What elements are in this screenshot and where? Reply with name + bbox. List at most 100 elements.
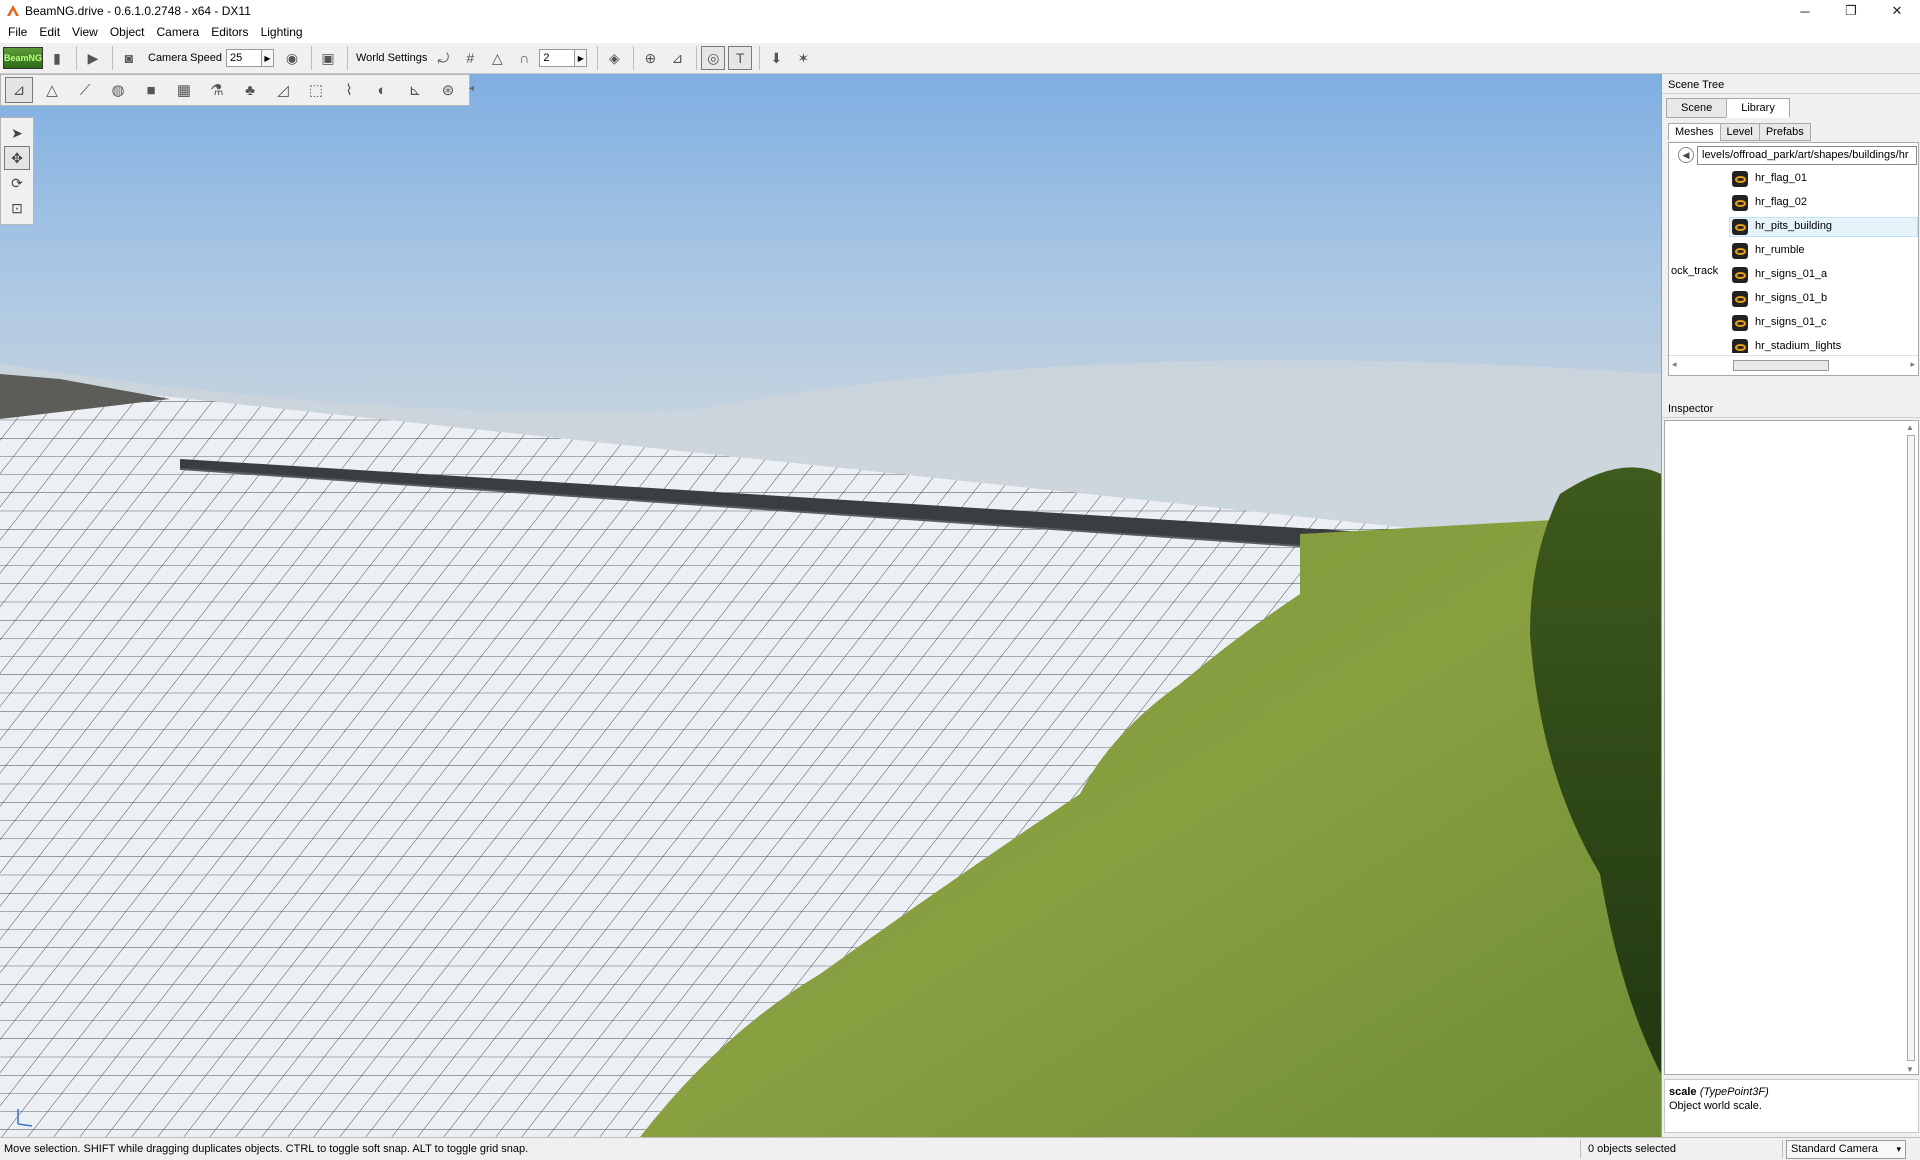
library-path-input[interactable]: levels/offroad_park/art/shapes/buildings… xyxy=(1697,146,1917,165)
magnet-icon[interactable]: ∩ xyxy=(512,46,536,70)
camera-mode-value: Standard Camera xyxy=(1791,1143,1878,1155)
list-item[interactable]: hr_signs_01_b xyxy=(1669,287,1918,311)
subtab-prefabs[interactable]: Prefabs xyxy=(1758,123,1811,141)
world-settings-label[interactable]: World Settings xyxy=(356,52,427,64)
minimize-button[interactable]: ─ xyxy=(1782,0,1828,22)
mesh-label: hr_flag_01 xyxy=(1755,172,1807,184)
menu-edit[interactable]: Edit xyxy=(33,22,66,43)
drop-object-icon[interactable]: ⬇ xyxy=(764,46,788,70)
list-item[interactable]: hr_stadium_lights xyxy=(1669,335,1918,353)
text-icon[interactable]: T xyxy=(728,46,753,70)
play-icon[interactable]: ▶ xyxy=(81,46,105,70)
status-bar: Move selection. SHIFT while dragging dup… xyxy=(0,1137,1920,1160)
mesh-road-editor-icon[interactable]: ⬚ xyxy=(302,77,330,103)
axis-gizmo-icon[interactable]: ⊿ xyxy=(665,46,689,70)
inspector-panel: ▲ ▼ xyxy=(1664,420,1919,1075)
visibility-eye-icon[interactable]: ◉ xyxy=(280,46,304,70)
snap-rotation-icon[interactable]: ⤾ xyxy=(431,46,455,70)
window-title: BeamNG.drive - 0.6.1.0.2748 - x64 - DX11 xyxy=(25,4,251,18)
snap-value-spin-button[interactable]: ▶ xyxy=(575,49,588,67)
forest-editor-icon[interactable]: ♣ xyxy=(236,77,264,103)
mesh-shape-icon xyxy=(1732,315,1748,331)
inspector-vertical-scrollbar[interactable]: ▲ ▼ xyxy=(1904,421,1918,1076)
tree-side-label: ock_track xyxy=(1671,265,1719,277)
mesh-label: hr_pits_building xyxy=(1755,220,1833,232)
field-type: (TypePoint3F) xyxy=(1699,1086,1769,1098)
object-editor-tool-icon[interactable]: ⊿ xyxy=(5,77,33,103)
scroll-up-icon[interactable]: ▲ xyxy=(1906,423,1914,432)
select-arrow-icon[interactable]: ➤ xyxy=(4,121,30,145)
inspector-title: Inspector xyxy=(1662,400,1920,418)
datablock-editor-icon[interactable]: ▦ xyxy=(170,77,198,103)
transform-tools: ➤ ✥ ⟳ ⊡ xyxy=(0,117,34,225)
terrain-snap-icon[interactable]: △ xyxy=(485,46,509,70)
camera-icon[interactable]: ◙ xyxy=(117,46,141,70)
navmesh-editor-icon[interactable]: ⊾ xyxy=(401,77,429,103)
mesh-shape-icon xyxy=(1732,195,1748,211)
menu-view[interactable]: View xyxy=(66,22,104,43)
camera-mode-select[interactable]: Standard Camera ▾ xyxy=(1786,1140,1906,1159)
decal-editor-icon[interactable]: ◐ xyxy=(368,77,396,103)
mesh-shape-icon xyxy=(1732,267,1748,283)
bounds-icon[interactable]: ◈ xyxy=(602,46,626,70)
menu-editors[interactable]: Editors xyxy=(205,22,254,43)
restore-button[interactable]: ❐ xyxy=(1828,0,1874,22)
screenshot-icon[interactable]: ▣ xyxy=(316,46,340,70)
tab-scene[interactable]: Scene xyxy=(1666,98,1728,118)
scroll-down-icon[interactable]: ▼ xyxy=(1906,1065,1914,1074)
mesh-shape-icon xyxy=(1732,243,1748,259)
center-pivot-icon[interactable]: ⊕ xyxy=(638,46,662,70)
road-editor-icon[interactable]: ◿ xyxy=(269,77,297,103)
mesh-shape-icon xyxy=(1732,291,1748,307)
camera-speed-input[interactable]: 25 xyxy=(226,49,262,67)
subtab-level[interactable]: Level xyxy=(1719,123,1760,141)
sky-editor-icon[interactable]: ◍ xyxy=(104,77,132,103)
mesh-shape-icon xyxy=(1732,219,1748,235)
list-item[interactable]: hr_signs_01_c xyxy=(1669,311,1918,335)
camera-speed-spin-button[interactable]: ▶ xyxy=(262,49,274,67)
rotate-tool-icon[interactable]: ⟳ xyxy=(4,171,30,195)
move-tool-icon[interactable]: ✥ xyxy=(4,146,30,170)
right-panel: Scene Tree Scene Library Meshes Level Pr… xyxy=(1661,74,1920,1137)
list-item[interactable]: hr_pits_building xyxy=(1669,215,1918,239)
scroll-left-icon[interactable]: ◂ xyxy=(1672,359,1677,370)
snap-value-input[interactable]: 2 xyxy=(539,49,576,67)
close-button[interactable]: ✕ xyxy=(1874,0,1920,22)
library-horizontal-scrollbar[interactable]: ◂ ▸ xyxy=(1669,355,1918,375)
river-editor-icon[interactable]: ⌇ xyxy=(335,77,363,103)
lighting-icon[interactable]: ✶ xyxy=(791,46,815,70)
grid-icon[interactable]: # xyxy=(458,46,482,70)
list-item[interactable]: hr_flag_02 xyxy=(1669,191,1918,215)
scrollbar-thumb[interactable] xyxy=(1907,435,1915,1061)
list-item[interactable]: hr_flag_01 xyxy=(1669,167,1918,191)
3d-viewport[interactable] xyxy=(0,74,1661,1137)
play-game-button[interactable]: BeamNG xyxy=(3,47,43,69)
menu-bar: File Edit View Object Camera Editors Lig… xyxy=(0,22,1920,43)
terrain-painter-icon[interactable]: ⟋ xyxy=(71,77,99,103)
menu-lighting[interactable]: Lighting xyxy=(255,22,309,43)
material-editor-icon[interactable]: ■ xyxy=(137,77,165,103)
inspector-field-description: scale (TypePoint3F) Object world scale. xyxy=(1664,1079,1919,1133)
scene-render[interactable] xyxy=(0,74,1661,1137)
title-bar: BeamNG.drive - 0.6.1.0.2748 - x64 - DX11… xyxy=(0,0,1920,22)
scrollbar-thumb[interactable] xyxy=(1733,360,1829,371)
shape-editor-icon[interactable]: ⊛ xyxy=(434,77,462,103)
tab-library[interactable]: Library xyxy=(1726,98,1790,118)
particle-editor-icon[interactable]: ⚗ xyxy=(203,77,231,103)
list-item[interactable]: hr_rumble xyxy=(1669,239,1918,263)
mesh-label: hr_signs_01_b xyxy=(1755,292,1828,304)
scroll-right-icon[interactable]: ▸ xyxy=(1910,359,1915,370)
subtab-meshes[interactable]: Meshes xyxy=(1668,123,1721,141)
mesh-label: hr_stadium_lights xyxy=(1755,340,1842,352)
palette-collapse-icon[interactable]: ◂ xyxy=(469,83,477,97)
menu-object[interactable]: Object xyxy=(104,22,151,43)
selection-count: 0 objects selected xyxy=(1588,1143,1677,1155)
menu-file[interactable]: File xyxy=(2,22,33,43)
object-select-icon[interactable]: ◎ xyxy=(701,46,726,70)
window-mode-icon[interactable]: ▮ xyxy=(45,46,69,70)
back-arrow-icon[interactable]: ◀ xyxy=(1678,147,1694,163)
main-toolbar: BeamNG ▮ ▶ ◙ Camera Speed 25 ▶ ◉ ▣ World… xyxy=(0,43,1920,74)
menu-camera[interactable]: Camera xyxy=(151,22,206,43)
scale-tool-icon[interactable]: ⊡ xyxy=(4,196,30,220)
terrain-editor-icon[interactable]: △ xyxy=(38,77,66,103)
